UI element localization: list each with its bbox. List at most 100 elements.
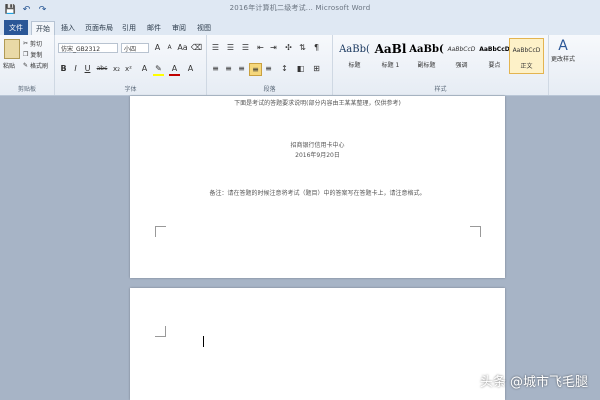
font-name-value: 仿宋_GB2312 [61, 45, 101, 53]
borders-icon[interactable]: ⊞ [311, 63, 322, 74]
font-color-icon[interactable]: A [169, 63, 180, 74]
change-case-icon[interactable]: Aa [177, 42, 188, 53]
font-color-swatch [169, 74, 180, 76]
style-preview: AaBl [374, 42, 407, 56]
style-emphasis[interactable]: AaBbCcD 强调 [444, 38, 479, 74]
tab-review[interactable]: 审阅 [168, 21, 190, 35]
char-shading-icon[interactable]: A [185, 63, 196, 74]
bold-button[interactable]: B [58, 63, 69, 74]
watermark: 头条 @城市飞毛腿 [479, 375, 588, 390]
style-preview: AaBbCcD [447, 45, 476, 53]
highlight-icon[interactable]: ✎ [153, 63, 164, 74]
font-size-select[interactable]: 小四 [121, 43, 149, 53]
show-marks-icon[interactable]: ¶ [311, 42, 322, 53]
sort-icon[interactable]: ⇅ [297, 42, 308, 53]
style-name: 标题 1 [381, 62, 400, 69]
distributed-icon[interactable]: ≡ [263, 63, 274, 74]
chinese-layout-icon[interactable]: ✣ [283, 42, 294, 53]
copy-icon: ❐ [23, 51, 29, 58]
page-text-line: 备注：请在答题的时候注意将考试（题目）中的答案写在答题卡上，请注意格式。 [209, 190, 426, 197]
shading-icon[interactable]: ◧ [295, 63, 306, 74]
page-text-line: 2016年9月20日 [295, 152, 340, 159]
font-group-label: 字体 [124, 86, 137, 93]
crop-mark [470, 226, 481, 237]
format-painter-button[interactable]: ✎ 格式刷 [23, 61, 48, 70]
tab-mailings[interactable]: 邮件 [143, 21, 165, 35]
grow-font-button[interactable]: A [152, 42, 163, 53]
multilevel-list-icon[interactable]: ☰ [240, 42, 251, 53]
document-page-1[interactable]: 下面是考试的答题要求说明(部分内容由王某某整理，仅供参考) 招商银行信用卡中心 … [130, 96, 505, 278]
document-page-2[interactable] [130, 288, 505, 400]
paste-icon[interactable] [4, 39, 20, 59]
style-name: 正文 [520, 63, 533, 70]
ribbon-tabs: 文件 开始 插入 页面布局 引用 邮件 审阅 视图 [0, 20, 600, 36]
line-spacing-icon[interactable]: ↕ [279, 63, 290, 74]
font-name-select[interactable]: 仿宋_GB2312 [58, 43, 118, 53]
window-title: 2016年计算机二级考试... Microsoft Word [229, 4, 371, 12]
style-name: 要点 [488, 62, 501, 69]
tab-view[interactable]: 视图 [193, 21, 215, 35]
increase-indent-icon[interactable]: ⇥ [268, 42, 279, 53]
style-preview: AaBbCcD [479, 45, 510, 53]
crop-mark [155, 226, 166, 237]
page-text-line: 下面是考试的答题要求说明(部分内容由王某某整理，仅供参考) [234, 100, 401, 107]
align-center-icon[interactable]: ≡ [223, 63, 234, 74]
justify-icon[interactable]: ≡ [249, 63, 262, 76]
underline-button[interactable]: U [82, 63, 93, 74]
style-name: 副标题 [417, 62, 436, 69]
page-text-line: 招商银行信用卡中心 [290, 142, 345, 149]
style-preview: AaBbCcD [512, 46, 541, 54]
change-styles-button[interactable]: A 更改样式 [550, 38, 576, 83]
copy-button[interactable]: ❐ 复制 [23, 50, 42, 59]
crop-mark [155, 326, 166, 337]
ribbon: 粘贴 ✂ 剪切 ❐ 复制 ✎ 格式刷 剪贴板 仿宋_GB2312 小四 A A Aa … [0, 35, 600, 96]
tab-page-layout[interactable]: 页面布局 [83, 21, 115, 35]
superscript-button[interactable]: x² [123, 63, 134, 74]
style-name: 标题 [348, 62, 361, 69]
scissors-icon: ✂ [23, 40, 29, 47]
style-strong[interactable]: AaBbCcD 要点 [477, 38, 512, 74]
style-preview: AaBb( [339, 43, 370, 55]
bullets-icon[interactable]: ☰ [210, 42, 221, 53]
italic-button[interactable]: I [70, 63, 81, 74]
shrink-font-button[interactable]: A [164, 42, 175, 53]
styles-group-label: 样式 [434, 86, 447, 93]
cut-label: 剪切 [30, 41, 43, 48]
clipboard-group-label: 剪贴板 [17, 86, 36, 93]
styles-scroll[interactable] [545, 38, 547, 74]
strikethrough-button[interactable]: abc [95, 63, 109, 74]
style-preview: AaBb( [409, 43, 444, 55]
copy-label: 复制 [30, 52, 43, 59]
paragraph-group: ☰ ☰ ☰ ⇤ ⇥ ✣ ⇅ ¶ ≡ ≡ ≡ ≡ ≡ ↕ ◧ ⊞ 段落 [207, 35, 333, 95]
subscript-button[interactable]: x₂ [111, 63, 122, 74]
brush-icon: ✎ [23, 62, 29, 69]
style-subtitle[interactable]: AaBb( 副标题 [409, 38, 444, 74]
tab-insert[interactable]: 插入 [57, 21, 79, 35]
font-size-value: 小四 [124, 45, 137, 53]
title-bar: 💾 ↶ ↷ 2016年计算机二级考试... Microsoft Word [0, 0, 600, 21]
clear-format-icon[interactable]: ⌫ [191, 42, 202, 53]
align-right-icon[interactable]: ≡ [236, 63, 247, 74]
tab-file[interactable]: 文件 [4, 20, 28, 35]
paste-button[interactable]: 粘贴 [3, 61, 15, 70]
style-normal[interactable]: AaBbCcD 正文 [509, 38, 544, 74]
decrease-indent-icon[interactable]: ⇤ [255, 42, 266, 53]
change-styles-label: 更改样式 [550, 56, 575, 63]
paste-label: 粘贴 [3, 63, 16, 70]
text-effects-icon[interactable]: A [139, 63, 150, 74]
style-heading-1[interactable]: AaBl 标题 1 [373, 38, 408, 74]
styles-group: AaBb( 标题 AaBl 标题 1 AaBb( 副标题 AaBbCcD 强调 … [333, 35, 549, 95]
change-styles-icon: A [558, 38, 568, 54]
tab-home[interactable]: 开始 [31, 21, 55, 36]
style-title[interactable]: AaBb( 标题 [337, 38, 372, 74]
style-name: 强调 [455, 62, 468, 69]
paragraph-group-label: 段落 [263, 86, 276, 93]
align-left-icon[interactable]: ≡ [210, 63, 221, 74]
clipboard-group: 粘贴 ✂ 剪切 ❐ 复制 ✎ 格式刷 剪贴板 [0, 35, 55, 95]
font-group: 仿宋_GB2312 小四 A A Aa ⌫ B I U abc x₂ x² A … [55, 35, 207, 95]
highlight-swatch [153, 74, 164, 76]
numbering-icon[interactable]: ☰ [225, 42, 236, 53]
cut-button[interactable]: ✂ 剪切 [23, 39, 42, 48]
text-cursor [203, 336, 204, 347]
tab-references[interactable]: 引用 [118, 21, 140, 35]
